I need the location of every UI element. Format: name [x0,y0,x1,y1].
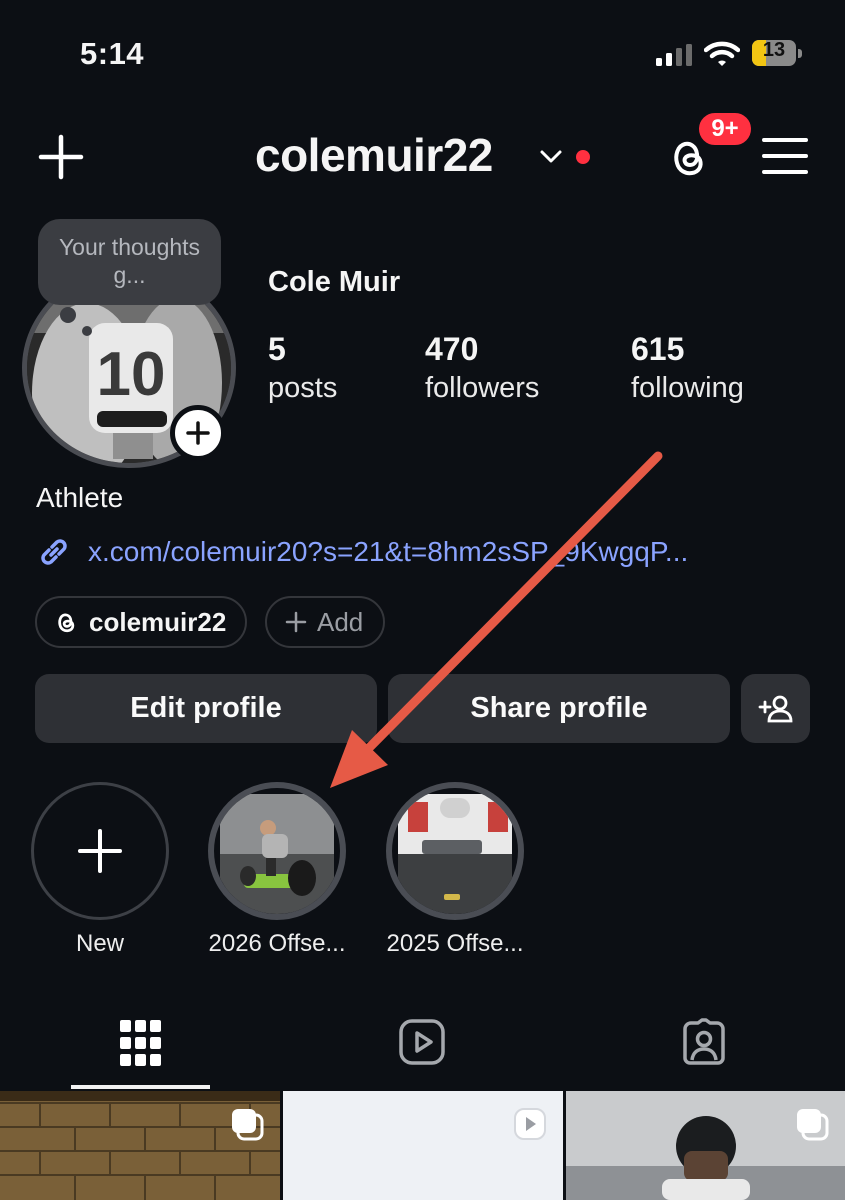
cellular-signal-icon [656,44,692,66]
status-time: 5:14 [80,36,145,71]
threads-handle-label: colemuir22 [89,606,227,637]
link-icon [41,539,67,565]
discover-people-button[interactable] [741,674,810,743]
add-story-button[interactable] [170,405,226,461]
edit-profile-button[interactable]: Edit profile [35,674,377,743]
notification-badge: 9+ [696,110,754,148]
unread-dot [576,150,590,164]
bio-text: Athlete [36,482,124,513]
chevron-down-icon[interactable] [539,148,563,166]
grid-post[interactable] [283,1091,563,1200]
plus-icon [285,611,307,633]
share-profile-button[interactable]: Share profile [388,674,730,743]
add-person-icon [758,695,792,722]
add-chip-label: Add [317,606,364,637]
display-name: Cole Muir [268,266,401,298]
svg-text:10: 10 [97,340,166,409]
highlight-2025-offseason[interactable] [386,782,524,920]
note-bubble[interactable]: Your thoughts g... [38,219,221,305]
following-count[interactable]: 615 following [631,330,744,408]
highlight-label-2025: 2025 Offse... [386,930,524,957]
active-tab-indicator [71,1085,210,1089]
highlight-cover-image [394,790,516,914]
posts-grid-icon[interactable] [120,1020,162,1066]
grid-post[interactable] [0,1091,280,1200]
plus-icon [78,829,122,873]
create-plus-icon[interactable] [38,134,84,180]
threads-icon [58,613,75,633]
carousel-icon [232,1109,264,1141]
link-url[interactable]: x.com/colemuir20?s=21&t=8hm2sSP_9KwgqP..… [88,536,688,568]
threads-handle-chip[interactable]: colemuir22 [35,596,247,648]
reels-icon[interactable] [398,1018,446,1066]
reel-play-icon [514,1108,546,1140]
battery-percent: 13 [762,39,786,61]
wifi-icon [704,41,740,66]
grid-post[interactable] [566,1091,845,1200]
followers-count[interactable]: 470 followers [425,330,539,408]
carousel-icon [797,1109,829,1141]
highlight-2026-offseason[interactable] [208,782,346,920]
posts-count[interactable]: 5 posts [268,330,337,408]
battery-indicator: 13 [752,38,804,68]
hamburger-menu-icon[interactable] [762,136,808,176]
username-switcher[interactable]: colemuir22 [255,128,493,182]
new-highlight-button[interactable] [31,782,169,920]
highlight-label-new: New [75,930,124,957]
highlight-cover-image [216,790,338,914]
highlight-label-2026: 2026 Offse... [208,930,346,957]
bio-link[interactable]: x.com/colemuir20?s=21&t=8hm2sSP_9KwgqP..… [36,532,688,572]
tagged-icon[interactable] [680,1018,728,1066]
add-chip[interactable]: Add [265,596,385,648]
plus-icon [186,421,210,445]
